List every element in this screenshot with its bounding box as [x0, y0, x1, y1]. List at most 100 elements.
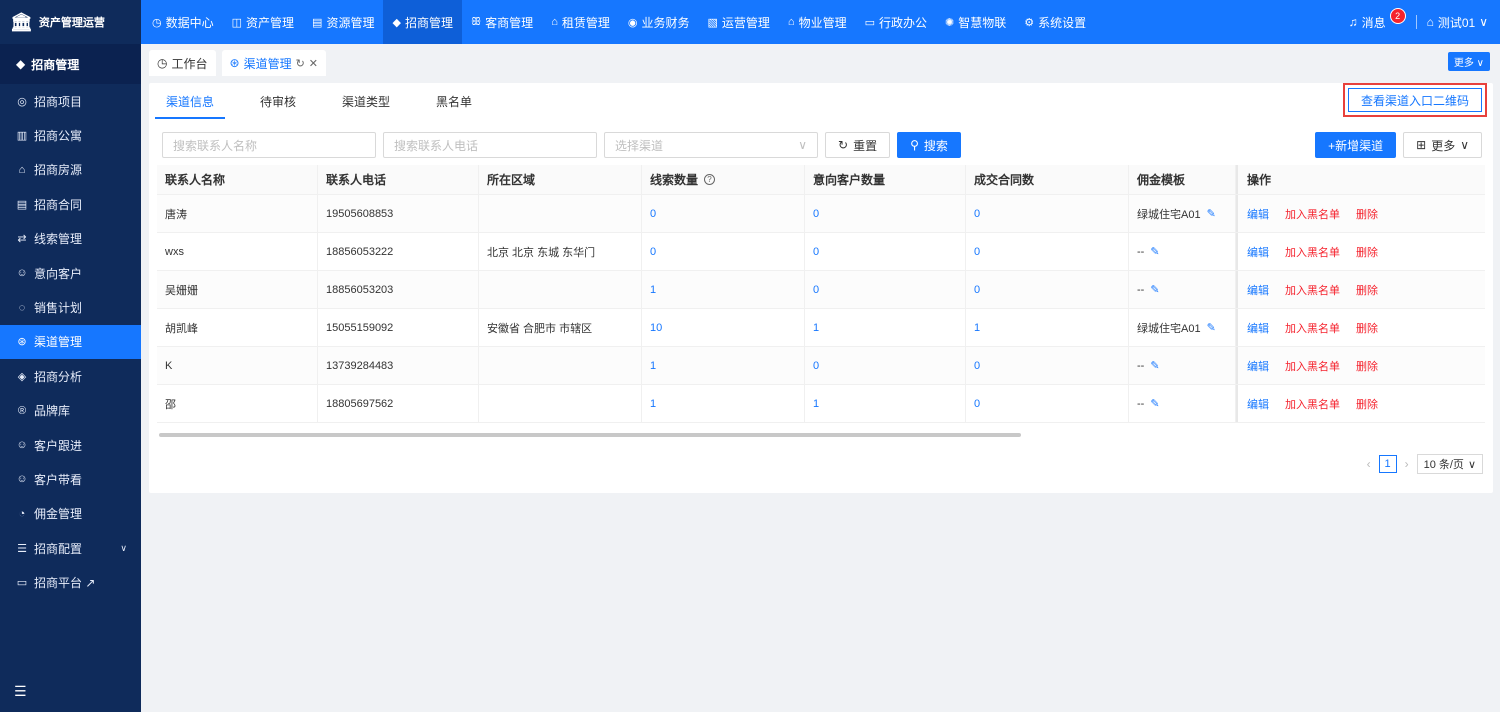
top-nav-item[interactable]: ✺ 智慧物联 — [936, 0, 1015, 44]
cell-value[interactable]: 0 — [974, 284, 980, 296]
top-nav-item[interactable]: ⌂ 租赁管理 — [542, 0, 619, 44]
add-to-blacklist-button[interactable]: 加入黑名单 — [1285, 320, 1340, 336]
cell-value[interactable]: 0 — [813, 360, 819, 372]
sidebar-item[interactable]: ☰ 招商配置 ∨ — [0, 531, 141, 565]
brand[interactable]: 🏛 资产管理运营 — [0, 0, 141, 44]
refresh-icon[interactable]: ↻ — [296, 57, 305, 70]
reset-button[interactable]: ↻ 重置 — [825, 132, 891, 158]
top-nav-item[interactable]: ⌂ 物业管理 — [779, 0, 856, 44]
user-menu[interactable]: ⌂ 测试01 ∨ — [1427, 14, 1488, 31]
sidebar-item[interactable]: ☺ 客户跟进 — [0, 428, 141, 462]
add-channel-button[interactable]: +新增渠道 — [1315, 132, 1397, 158]
help-icon[interactable]: ? — [704, 174, 716, 185]
sidebar-item[interactable]: ▥ 招商公寓 — [0, 118, 141, 152]
cell-value[interactable]: 0 — [974, 208, 980, 220]
delete-button[interactable]: 删除 — [1356, 282, 1378, 298]
cell-value[interactable]: 0 — [813, 284, 819, 296]
cell-value[interactable]: 1 — [974, 322, 980, 334]
edit-button[interactable]: 编辑 — [1247, 320, 1269, 336]
table-horizontal-scrollbar[interactable] — [159, 433, 1021, 437]
contact-phone-search-input[interactable]: 搜索联系人电话 — [383, 132, 597, 158]
edit-button[interactable]: 编辑 — [1247, 282, 1269, 298]
top-nav-item[interactable]: ▤ 资源管理 — [303, 0, 383, 44]
edit-button[interactable]: 编辑 — [1247, 358, 1269, 374]
top-nav-item[interactable]: ◆ 招商管理 — [383, 0, 462, 44]
messages-button[interactable]: ♫ 消息 2 — [1349, 8, 1406, 31]
cell-value[interactable]: 1 — [813, 398, 819, 410]
cell-value[interactable]: 1 — [813, 322, 819, 334]
edit-button[interactable]: 编辑 — [1247, 206, 1269, 222]
cell-value[interactable]: 0 — [650, 208, 656, 220]
cell-value[interactable]: 0 — [650, 246, 656, 258]
cell-value[interactable]: 1 — [650, 398, 656, 410]
page-tab[interactable]: ⊛ 渠道管理 ↻ ✕ — [221, 50, 327, 76]
sidebar-item[interactable]: ◔ 佣金管理 — [0, 497, 141, 531]
delete-button[interactable]: 删除 — [1356, 206, 1378, 222]
sidebar-item[interactable]: ☺ 意向客户 — [0, 256, 141, 290]
edit-button[interactable]: 编辑 — [1247, 396, 1269, 412]
top-nav-item[interactable]: ▧ 运营管理 — [698, 0, 778, 44]
prev-page-icon[interactable]: ‹ — [1367, 457, 1371, 471]
more-options-button[interactable]: ⊞ 更多 ∨ — [1403, 132, 1482, 158]
sidebar-item[interactable]: ® 品牌库 — [0, 394, 141, 428]
top-nav-item[interactable]: ◉ 业务财务 — [619, 0, 699, 44]
sub-tab[interactable]: 待审核 — [249, 83, 307, 119]
top-nav-item[interactable]: ◷ 数据中心 — [143, 0, 223, 44]
view-qr-code-button[interactable]: 查看渠道入口二维码 — [1347, 88, 1482, 112]
next-page-icon[interactable]: › — [1405, 457, 1409, 471]
cell-value[interactable]: 0 — [813, 208, 819, 220]
sidebar-item[interactable]: ⊛ 渠道管理 — [0, 324, 141, 360]
cell-value[interactable]: 0 — [974, 246, 980, 258]
sidebar-item[interactable]: ▭ 招商平台 ↗ — [0, 565, 141, 599]
collapse-menu-icon[interactable]: ☰ — [14, 683, 27, 700]
top-nav-item[interactable]: ▭ 行政办公 — [856, 0, 936, 44]
cell-value[interactable]: 0 — [974, 360, 980, 372]
add-to-blacklist-button[interactable]: 加入黑名单 — [1285, 396, 1340, 412]
top-nav-item[interactable]: ◫ 资产管理 — [223, 0, 303, 44]
sidebar-item[interactable]: ◌ 销售计划 — [0, 290, 141, 324]
sidebar-item[interactable]: ▤ 招商合同 — [0, 187, 141, 221]
sub-tab[interactable]: 渠道类型 — [331, 83, 401, 119]
sub-tab[interactable]: 渠道信息 — [155, 83, 226, 119]
add-to-blacklist-button[interactable]: 加入黑名单 — [1285, 282, 1340, 298]
edit-icon[interactable]: ✎ — [1207, 321, 1216, 334]
sidebar-item[interactable]: ☺ 客户带看 — [0, 462, 141, 496]
table-cell-deals: 0 — [966, 385, 1129, 422]
edit-icon[interactable]: ✎ — [1207, 207, 1216, 220]
sidebar-item-icon: ◎ — [17, 95, 27, 108]
cell-value[interactable]: 0 — [813, 246, 819, 258]
add-to-blacklist-button[interactable]: 加入黑名单 — [1285, 206, 1340, 222]
sidebar-item[interactable]: ◎ 招商项目 — [0, 84, 141, 118]
tabs-more-button[interactable]: 更多 ∨ — [1447, 52, 1490, 71]
search-button[interactable]: ⚲ 搜索 — [897, 132, 961, 158]
add-to-blacklist-button[interactable]: 加入黑名单 — [1285, 244, 1340, 260]
cell-value[interactable]: 0 — [974, 398, 980, 410]
cell-value[interactable]: 1 — [650, 284, 656, 296]
search-label: 搜索 — [923, 138, 948, 153]
edit-icon[interactable]: ✎ — [1150, 283, 1159, 296]
cell-value: 19505608853 — [326, 207, 394, 220]
channel-select[interactable]: 选择渠道 ∨ — [604, 132, 818, 158]
edit-button[interactable]: 编辑 — [1247, 244, 1269, 260]
sidebar-item[interactable]: ◈ 招商分析 — [0, 359, 141, 393]
add-to-blacklist-button[interactable]: 加入黑名单 — [1285, 358, 1340, 374]
page-number[interactable]: 1 — [1378, 455, 1397, 473]
delete-button[interactable]: 删除 — [1356, 244, 1378, 260]
page-size-select[interactable]: 10 条/页 ∨ — [1416, 454, 1483, 474]
sidebar-item[interactable]: ⌂ 招商房源 — [0, 153, 141, 187]
edit-icon[interactable]: ✎ — [1150, 245, 1159, 258]
sidebar-item[interactable]: ⇄ 线索管理 — [0, 222, 141, 256]
sub-tab[interactable]: 黑名单 — [425, 83, 483, 119]
delete-button[interactable]: 删除 — [1356, 320, 1378, 336]
cell-value[interactable]: 1 — [650, 360, 656, 372]
edit-icon[interactable]: ✎ — [1150, 359, 1159, 372]
close-icon[interactable]: ✕ — [309, 57, 318, 70]
delete-button[interactable]: 删除 — [1356, 396, 1378, 412]
page-tab[interactable]: ◷ 工作台 — [149, 50, 216, 76]
top-nav-item[interactable]: ꕥ 客商管理 — [462, 0, 542, 44]
top-nav-item[interactable]: ⚙ 系统设置 — [1015, 0, 1095, 44]
cell-value[interactable]: 10 — [650, 322, 662, 334]
contact-name-search-input[interactable]: 搜索联系人名称 — [162, 132, 376, 158]
edit-icon[interactable]: ✎ — [1150, 397, 1159, 410]
delete-button[interactable]: 删除 — [1356, 358, 1378, 374]
